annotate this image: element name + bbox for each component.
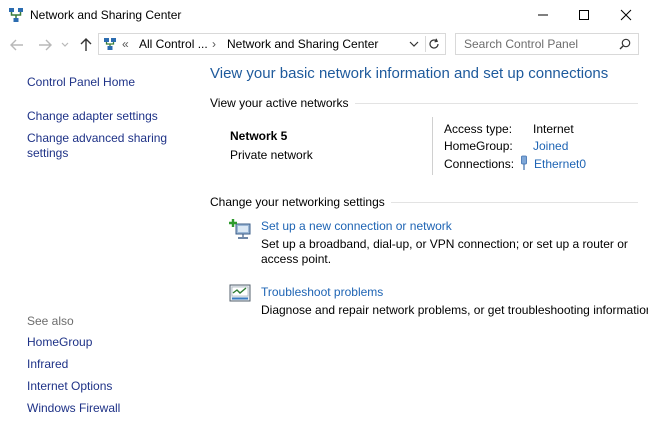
breadcrumb-overflow[interactable]: « xyxy=(122,37,129,51)
troubleshoot-problems-description: Diagnose and repair network problems, or… xyxy=(261,303,648,317)
setup-connection-link[interactable]: Set up a new connection or network xyxy=(261,219,452,233)
homegroup-joined-link[interactable]: Joined xyxy=(533,139,568,153)
back-arrow-icon xyxy=(10,39,23,51)
ethernet0-link[interactable]: Ethernet0 xyxy=(534,157,586,171)
active-networks-heading: View your active networks xyxy=(210,96,355,110)
up-arrow-icon xyxy=(80,38,92,51)
search-icon[interactable] xyxy=(619,38,631,50)
see-also-windows-firewall-link[interactable]: Windows Firewall xyxy=(27,401,120,416)
close-button[interactable] xyxy=(604,0,648,30)
access-type-value: Internet xyxy=(533,122,574,136)
change-advanced-sharing-link[interactable]: Change advanced sharing xyxy=(27,131,167,146)
setup-connection-description: Set up a broadband, dial-up, or VPN conn… xyxy=(261,237,628,251)
network-name: Network 5 xyxy=(230,129,288,143)
network-app-icon xyxy=(9,8,23,22)
breadcrumb-separator[interactable]: › xyxy=(212,37,216,51)
address-dropdown-button[interactable] xyxy=(408,38,420,50)
close-icon xyxy=(620,9,632,21)
minimize-button[interactable] xyxy=(521,0,565,30)
details-separator xyxy=(432,117,433,175)
control-panel-home-link[interactable]: Control Panel Home xyxy=(27,75,135,90)
recent-locations-button[interactable] xyxy=(59,36,71,54)
page-title: View your basic network information and … xyxy=(210,65,609,82)
troubleshoot-problems-link[interactable]: Troubleshoot problems xyxy=(261,285,383,299)
maximize-icon xyxy=(579,10,589,20)
troubleshoot-icon xyxy=(229,284,251,302)
see-also-internet-options-link[interactable]: Internet Options xyxy=(27,379,112,394)
see-also-label: See also xyxy=(27,314,74,328)
forward-button[interactable] xyxy=(36,36,54,54)
maximize-button[interactable] xyxy=(562,0,606,30)
refresh-icon xyxy=(429,38,439,49)
breadcrumb-all-control-panel[interactable]: All Control ... xyxy=(139,37,208,51)
history-chevron-icon xyxy=(61,42,69,47)
breadcrumb-network-sharing-center[interactable]: Network and Sharing Center xyxy=(227,37,378,51)
see-also-infrared-link[interactable]: Infrared xyxy=(27,357,68,372)
title-bar: Network and Sharing Center xyxy=(0,0,648,30)
window-title: Network and Sharing Center xyxy=(30,8,182,22)
ethernet-icon xyxy=(521,155,527,170)
connections-label: Connections: xyxy=(444,157,515,171)
change-advanced-sharing-link-line2[interactable]: settings xyxy=(27,146,68,161)
access-type-label: Access type: xyxy=(444,122,513,136)
back-button[interactable] xyxy=(8,36,26,54)
homegroup-label: HomeGroup: xyxy=(444,139,513,153)
search-input[interactable] xyxy=(455,33,639,55)
refresh-button[interactable] xyxy=(425,36,442,52)
minimize-icon xyxy=(538,14,548,16)
see-also-homegroup-link[interactable]: HomeGroup xyxy=(27,335,92,350)
dropdown-chevron-icon xyxy=(409,41,419,47)
setup-connection-description-line2: access point. xyxy=(261,252,332,266)
forward-arrow-icon xyxy=(39,39,52,51)
networking-settings-heading: Change your networking settings xyxy=(210,195,391,209)
up-button[interactable] xyxy=(77,36,95,54)
new-connection-icon xyxy=(229,219,251,239)
change-adapter-settings-link[interactable]: Change adapter settings xyxy=(27,109,158,124)
network-type: Private network xyxy=(230,148,313,162)
control-panel-icon xyxy=(104,38,116,50)
